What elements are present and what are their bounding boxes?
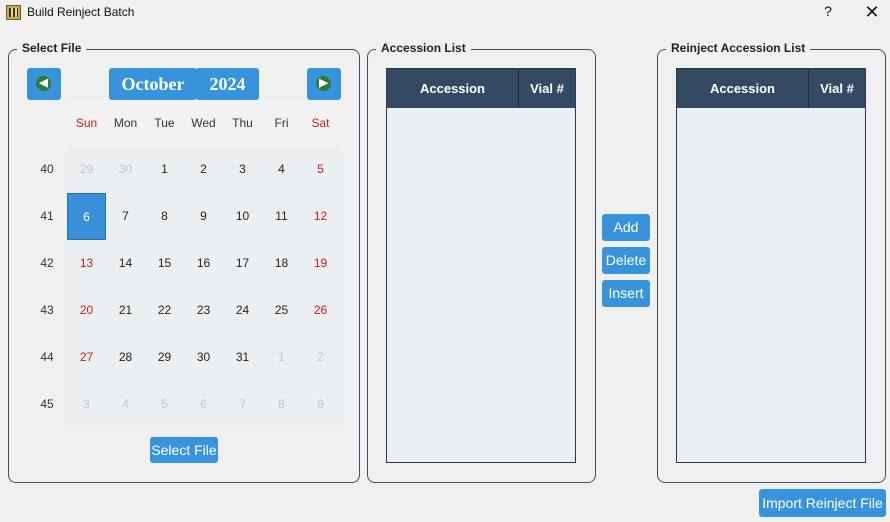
calendar-day[interactable]: 8	[262, 381, 301, 428]
delete-button[interactable]: Delete	[602, 247, 650, 274]
reinject-list-title: Reinject Accession List	[666, 41, 811, 55]
calendar-day[interactable]: 3	[223, 146, 262, 193]
calendar-day[interactable]: 2	[301, 334, 340, 381]
calendar-day[interactable]: 1	[262, 334, 301, 381]
calendar-day[interactable]: 7	[223, 381, 262, 428]
week-number: 45	[40, 397, 54, 411]
week-number: 41	[40, 209, 54, 223]
calendar-day[interactable]: 17	[223, 240, 262, 287]
calendar-day[interactable]: 23	[184, 287, 223, 334]
close-button[interactable]: ✕	[858, 2, 886, 24]
add-button[interactable]: Add	[602, 214, 650, 241]
calendar-day[interactable]: 12	[301, 193, 340, 240]
calendar-day[interactable]: 9	[184, 193, 223, 240]
calendar: ◀ October 2024 ▶ 40 41 42 43 44 45 Sun Mon Tue W…	[27, 66, 341, 430]
month-selector[interactable]: October	[109, 68, 197, 100]
year-selector[interactable]: 2024	[196, 68, 259, 100]
calendar-day[interactable]: 24	[223, 287, 262, 334]
week-number: 43	[40, 303, 54, 317]
day-of-week-label: Tue	[154, 116, 175, 130]
app-icon	[6, 5, 21, 20]
calendar-day[interactable]: 1	[145, 146, 184, 193]
import-reinject-file-button[interactable]: Import Reinject File	[759, 489, 886, 517]
calendar-day[interactable]: 28	[106, 334, 145, 381]
col-reinject-vial[interactable]: Vial #	[809, 69, 865, 108]
select-file-title: Select File	[17, 41, 87, 55]
col-accession[interactable]: Accession	[387, 69, 518, 108]
calendar-day[interactable]: 31	[223, 334, 262, 381]
next-month-button[interactable]: ▶	[307, 68, 341, 100]
arrow-right-icon: ▶	[316, 76, 331, 91]
calendar-day[interactable]: 30	[184, 334, 223, 381]
calendar-day[interactable]: 14	[106, 240, 145, 287]
calendar-day[interactable]: 30	[106, 146, 145, 193]
calendar-day[interactable]: 22	[145, 287, 184, 334]
window-title: Build Reinject Batch	[27, 5, 135, 19]
accession-table-header: Accession Vial #	[387, 69, 575, 108]
col-vial[interactable]: Vial #	[519, 69, 575, 108]
calendar-day[interactable]: 27	[67, 334, 106, 381]
day-of-week-label: Sun	[75, 116, 98, 130]
week-number: 42	[40, 256, 54, 270]
day-of-week-label: Thu	[232, 116, 253, 130]
calendar-day[interactable]: 11	[262, 193, 301, 240]
calendar-day[interactable]: 15	[145, 240, 184, 287]
calendar-grid: 40 41 42 43 44 45 Sun Mon Tue Wed Thu Fri Sat 29 30 1…	[27, 100, 341, 430]
calendar-day[interactable]: 20	[67, 287, 106, 334]
calendar-day[interactable]: 3	[67, 381, 106, 428]
day-of-week-label: Mon	[113, 116, 138, 130]
calendar-day[interactable]: 6	[184, 381, 223, 428]
accession-table[interactable]: Accession Vial #	[386, 68, 576, 463]
calendar-day-selected[interactable]: 6	[67, 193, 106, 240]
col-reinject-accession[interactable]: Accession	[677, 69, 808, 108]
week-number-column: 40 41 42 43 44 45	[27, 100, 67, 430]
help-button[interactable]: ?	[815, 3, 841, 23]
calendar-day[interactable]: 8	[145, 193, 184, 240]
accession-list-title: Accession List	[376, 41, 471, 55]
select-file-button[interactable]: Select File	[150, 437, 218, 463]
day-of-week-label: Sat	[311, 116, 330, 130]
calendar-day[interactable]: 16	[184, 240, 223, 287]
reinject-table-header: Accession Vial #	[677, 69, 865, 108]
calendar-day[interactable]: 2	[184, 146, 223, 193]
calendar-day[interactable]: 9	[301, 381, 340, 428]
calendar-day[interactable]: 7	[106, 193, 145, 240]
calendar-day[interactable]: 29	[145, 334, 184, 381]
day-of-week-label: Fri	[274, 116, 289, 130]
calendar-day[interactable]: 21	[106, 287, 145, 334]
week-number: 44	[40, 350, 54, 364]
calendar-day[interactable]: 5	[301, 146, 340, 193]
calendar-day[interactable]: 18	[262, 240, 301, 287]
prev-month-button[interactable]: ◀	[27, 68, 61, 100]
calendar-day[interactable]: 29	[67, 146, 106, 193]
reinject-table[interactable]: Accession Vial #	[676, 68, 866, 463]
day-of-week-label: Wed	[191, 116, 216, 130]
insert-button[interactable]: Insert	[602, 280, 650, 307]
calendar-day[interactable]: 4	[106, 381, 145, 428]
calendar-day[interactable]: 10	[223, 193, 262, 240]
calendar-day[interactable]: 4	[262, 146, 301, 193]
day-of-week-header: Sun Mon Tue Wed Thu Fri Sat	[67, 100, 341, 146]
calendar-day[interactable]: 19	[301, 240, 340, 287]
title-bar: Build Reinject Batch ? ✕	[0, 0, 890, 26]
calendar-day[interactable]: 25	[262, 287, 301, 334]
calendar-day[interactable]: 13	[67, 240, 106, 287]
week-number: 40	[40, 162, 54, 176]
calendar-day[interactable]: 5	[145, 381, 184, 428]
calendar-day[interactable]: 26	[301, 287, 340, 334]
arrow-left-icon: ◀	[36, 76, 51, 91]
